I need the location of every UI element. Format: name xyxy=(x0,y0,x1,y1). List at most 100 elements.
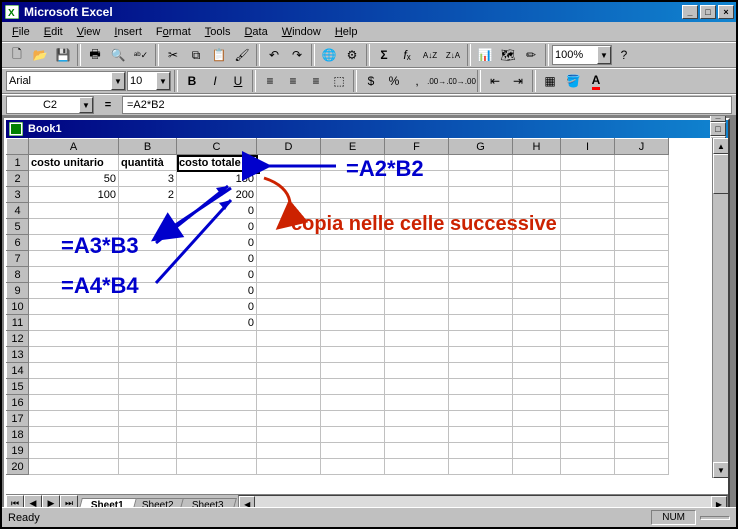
cell-F12[interactable] xyxy=(385,331,449,347)
fill-color-icon[interactable]: 🪣 xyxy=(562,70,584,92)
cell-G18[interactable] xyxy=(449,427,513,443)
cell-F8[interactable] xyxy=(385,267,449,283)
percent-icon[interactable]: % xyxy=(383,70,405,92)
cell-D16[interactable] xyxy=(257,395,321,411)
close-button[interactable]: × xyxy=(718,5,734,19)
cell-F14[interactable] xyxy=(385,363,449,379)
cell-A14[interactable] xyxy=(29,363,119,379)
tab-last-icon[interactable]: ⏭ xyxy=(60,495,78,507)
cell-A13[interactable] xyxy=(29,347,119,363)
cell-H15[interactable] xyxy=(513,379,561,395)
decrease-indent-icon[interactable]: ⇤ xyxy=(484,70,506,92)
cell-A10[interactable] xyxy=(29,299,119,315)
cell-B10[interactable] xyxy=(119,299,177,315)
cell-B6[interactable] xyxy=(119,235,177,251)
cell-E6[interactable] xyxy=(321,235,385,251)
cell-G7[interactable] xyxy=(449,251,513,267)
cell-A5[interactable] xyxy=(29,219,119,235)
merge-center-icon[interactable]: ⬚ xyxy=(328,70,350,92)
autosum-icon[interactable]: Σ xyxy=(373,44,395,66)
font-size-combo[interactable]: 10 ▼ xyxy=(127,71,171,91)
row-header-11[interactable]: 11 xyxy=(7,315,29,331)
italic-icon[interactable]: I xyxy=(204,70,226,92)
cell-B20[interactable] xyxy=(119,459,177,475)
cell-D18[interactable] xyxy=(257,427,321,443)
cell-H20[interactable] xyxy=(513,459,561,475)
cell-I15[interactable] xyxy=(561,379,615,395)
cell-I19[interactable] xyxy=(561,443,615,459)
minimize-button[interactable]: _ xyxy=(682,5,698,19)
row-header-2[interactable]: 2 xyxy=(7,171,29,187)
help-icon[interactable]: ? xyxy=(613,44,635,66)
underline-icon[interactable]: U xyxy=(227,70,249,92)
cell-J18[interactable] xyxy=(615,427,669,443)
cell-G16[interactable] xyxy=(449,395,513,411)
select-all-corner[interactable] xyxy=(7,139,29,155)
row-header-13[interactable]: 13 xyxy=(7,347,29,363)
menu-file[interactable]: File xyxy=(6,24,36,40)
cell-A9[interactable] xyxy=(29,283,119,299)
tab-first-icon[interactable]: ⏮ xyxy=(6,495,24,507)
menu-tools[interactable]: Tools xyxy=(199,24,237,40)
cell-C15[interactable] xyxy=(177,379,257,395)
cell-D3[interactable] xyxy=(257,187,321,203)
cell-E4[interactable] xyxy=(321,203,385,219)
menu-format[interactable]: Format xyxy=(150,24,197,40)
cell-H5[interactable] xyxy=(513,219,561,235)
cell-I5[interactable] xyxy=(561,219,615,235)
cell-H11[interactable] xyxy=(513,315,561,331)
cell-I1[interactable] xyxy=(561,155,615,171)
cell-D11[interactable] xyxy=(257,315,321,331)
comma-icon[interactable]: , xyxy=(406,70,428,92)
cell-D17[interactable] xyxy=(257,411,321,427)
map-icon[interactable]: 🗺 xyxy=(497,44,519,66)
cell-E7[interactable] xyxy=(321,251,385,267)
cell-A1[interactable]: costo unitario xyxy=(29,155,119,171)
cell-H9[interactable] xyxy=(513,283,561,299)
row-header-6[interactable]: 6 xyxy=(7,235,29,251)
cell-B16[interactable] xyxy=(119,395,177,411)
cell-A8[interactable] xyxy=(29,267,119,283)
cell-E17[interactable] xyxy=(321,411,385,427)
web-toolbar-icon[interactable]: ⚙ xyxy=(341,44,363,66)
cell-C2[interactable]: 150 xyxy=(177,171,257,187)
cell-J10[interactable] xyxy=(615,299,669,315)
cell-D6[interactable] xyxy=(257,235,321,251)
menu-help[interactable]: Help xyxy=(329,24,364,40)
cell-J5[interactable] xyxy=(615,219,669,235)
cell-F18[interactable] xyxy=(385,427,449,443)
cell-I8[interactable] xyxy=(561,267,615,283)
row-header-10[interactable]: 10 xyxy=(7,299,29,315)
cell-G9[interactable] xyxy=(449,283,513,299)
cell-B15[interactable] xyxy=(119,379,177,395)
function-icon[interactable]: fₓ xyxy=(396,44,418,66)
column-header-A[interactable]: A xyxy=(29,139,119,155)
column-header-B[interactable]: B xyxy=(119,139,177,155)
copy-icon[interactable]: ⧉ xyxy=(185,44,207,66)
increase-indent-icon[interactable]: ⇥ xyxy=(507,70,529,92)
cell-G8[interactable] xyxy=(449,267,513,283)
cell-A20[interactable] xyxy=(29,459,119,475)
cell-F15[interactable] xyxy=(385,379,449,395)
cell-J4[interactable] xyxy=(615,203,669,219)
cell-C14[interactable] xyxy=(177,363,257,379)
row-header-7[interactable]: 7 xyxy=(7,251,29,267)
column-header-D[interactable]: D xyxy=(257,139,321,155)
cell-H4[interactable] xyxy=(513,203,561,219)
chevron-down-icon[interactable]: ▼ xyxy=(111,72,125,90)
drawing-icon[interactable]: ✏ xyxy=(520,44,542,66)
cell-C3[interactable]: 200 xyxy=(177,187,257,203)
row-header-14[interactable]: 14 xyxy=(7,363,29,379)
column-header-I[interactable]: I xyxy=(561,139,615,155)
scroll-down-icon[interactable]: ▼ xyxy=(713,462,728,478)
cell-J19[interactable] xyxy=(615,443,669,459)
cell-D1[interactable] xyxy=(257,155,321,171)
paste-icon[interactable]: 📋 xyxy=(208,44,230,66)
cell-C4[interactable]: 0 xyxy=(177,203,257,219)
borders-icon[interactable]: ▦ xyxy=(539,70,561,92)
row-header-15[interactable]: 15 xyxy=(7,379,29,395)
print-icon[interactable]: 🖶 xyxy=(84,44,106,66)
cell-E8[interactable] xyxy=(321,267,385,283)
cell-J12[interactable] xyxy=(615,331,669,347)
cell-I9[interactable] xyxy=(561,283,615,299)
